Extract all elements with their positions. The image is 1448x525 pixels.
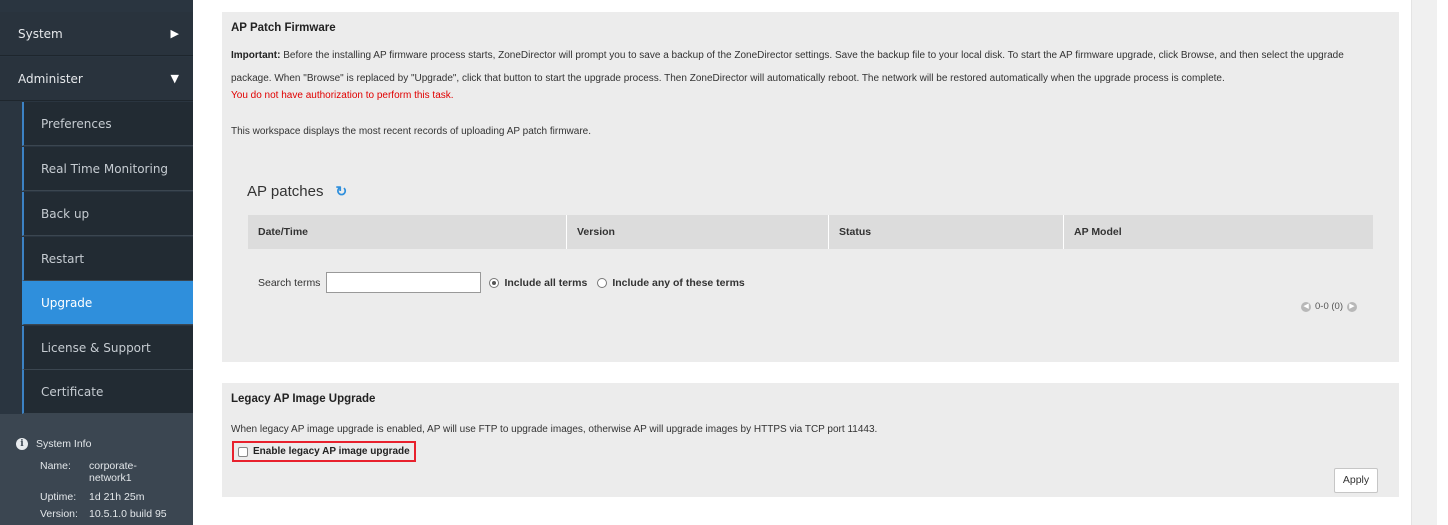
chevron-right-icon: ▶ xyxy=(170,27,179,40)
enable-legacy-label: Enable legacy AP image upgrade xyxy=(253,446,410,457)
sidebar-item-label: Back up xyxy=(41,207,90,221)
panel-title: AP Patch Firmware xyxy=(231,22,336,34)
pager-text: 0-0 (0) xyxy=(1315,301,1343,312)
version-value: 10.5.1.0 build 95 xyxy=(89,508,167,520)
sidebar-item-label: System xyxy=(18,27,63,41)
sidebar-item-real-time-monitoring[interactable]: Real Time Monitoring xyxy=(22,147,193,191)
name-label: Name: xyxy=(40,460,71,472)
pager: ◀ 0-0 (0) ▶ xyxy=(1301,301,1357,312)
scrollbar[interactable] xyxy=(1411,0,1437,525)
workspace-description: This workspace displays the most recent … xyxy=(231,126,591,137)
sidebar-item-label: Certificate xyxy=(41,385,104,399)
ap-patch-firmware-panel: AP Patch Firmware Important: Before the … xyxy=(222,12,1399,362)
sidebar-item-certificate[interactable]: Certificate xyxy=(22,370,193,414)
sidebar-item-label: Administer xyxy=(18,72,83,86)
sidebar-item-license-support[interactable]: License & Support xyxy=(22,326,193,370)
system-info-header: i System Info xyxy=(16,438,91,450)
enable-legacy-checkbox[interactable] xyxy=(238,446,248,457)
sidebar-item-label: Upgrade xyxy=(41,296,93,310)
sidebar-item-label: Preferences xyxy=(41,117,112,131)
include-any-terms-option[interactable]: Include any of these terms xyxy=(597,276,745,289)
uptime-label: Uptime: xyxy=(40,491,77,503)
sidebar-item-label: Real Time Monitoring xyxy=(41,162,169,176)
column-header-date-time[interactable]: Date/Time xyxy=(248,215,567,249)
next-page-icon[interactable]: ▶ xyxy=(1347,301,1357,312)
legacy-description: When legacy AP image upgrade is enabled,… xyxy=(231,424,878,435)
column-header-version[interactable]: Version xyxy=(567,215,829,249)
important-note-line2: package. When "Browse" is replaced by "U… xyxy=(231,73,1225,84)
ap-patches-title: AP patches xyxy=(247,183,324,200)
important-text: Before the installing AP firmware proces… xyxy=(280,50,1344,61)
important-label: Important: xyxy=(231,50,281,61)
include-all-terms-option[interactable]: Include all terms xyxy=(489,277,587,289)
patch-table-header: Date/Time Version Status AP Model xyxy=(248,215,1373,249)
chevron-down-icon: ▼ xyxy=(170,72,179,85)
sidebar-item-upgrade[interactable]: Upgrade xyxy=(22,281,193,325)
system-info-version-row: Version: 10.5.1.0 build 95 xyxy=(40,508,199,520)
include-any-label: Include any of these terms xyxy=(612,276,745,289)
name-value: corporate-network1 xyxy=(89,460,137,484)
search-terms-label: Search terms xyxy=(258,276,321,289)
sidebar-item-system[interactable]: System ▶ xyxy=(0,12,193,56)
sidebar-item-label: Restart xyxy=(41,252,85,266)
system-info-title: System Info xyxy=(36,438,92,450)
sidebar-item-back-up[interactable]: Back up xyxy=(22,192,193,236)
enable-legacy-checkbox-row[interactable]: Enable legacy AP image upgrade xyxy=(232,441,416,462)
sidebar-item-administer[interactable]: Administer ▼ xyxy=(0,57,193,101)
no-authorization-message: You do not have authorization to perform… xyxy=(231,90,454,101)
sidebar-item-preferences[interactable]: Preferences xyxy=(22,102,193,146)
legacy-ap-image-upgrade-panel: Legacy AP Image Upgrade When legacy AP i… xyxy=(222,383,1399,497)
search-row: Search terms Include all terms Include a… xyxy=(258,272,755,293)
uptime-value: 1d 21h 25m xyxy=(89,491,145,503)
system-info-panel: i System Info Name: corporate-network1 U… xyxy=(0,414,193,525)
apply-button[interactable]: Apply xyxy=(1334,468,1378,493)
panel-title: Legacy AP Image Upgrade xyxy=(231,393,376,405)
important-note-line1: Important: Before the installing AP firm… xyxy=(231,50,1344,61)
ap-patches-heading: AP patches ↻ xyxy=(247,183,347,200)
include-any-radio[interactable] xyxy=(597,277,608,288)
sidebar: System ▶ Administer ▼ Preferences Real T… xyxy=(0,0,193,525)
previous-page-icon[interactable]: ◀ xyxy=(1301,301,1312,312)
system-info-uptime-row: Uptime: 1d 21h 25m xyxy=(40,491,179,503)
info-icon: i xyxy=(16,438,28,450)
sidebar-item-restart[interactable]: Restart xyxy=(22,237,193,281)
system-info-name-row: Name: corporate-network1 xyxy=(40,460,149,484)
include-all-label: Include all terms xyxy=(504,276,588,289)
version-label: Version: xyxy=(40,508,78,520)
refresh-icon[interactable]: ↻ xyxy=(335,183,347,200)
sidebar-item-label: License & Support xyxy=(41,341,151,355)
column-header-status[interactable]: Status xyxy=(829,215,1064,249)
column-header-ap-model[interactable]: AP Model xyxy=(1064,215,1373,249)
include-all-radio[interactable] xyxy=(489,277,500,288)
search-input[interactable] xyxy=(326,272,482,293)
